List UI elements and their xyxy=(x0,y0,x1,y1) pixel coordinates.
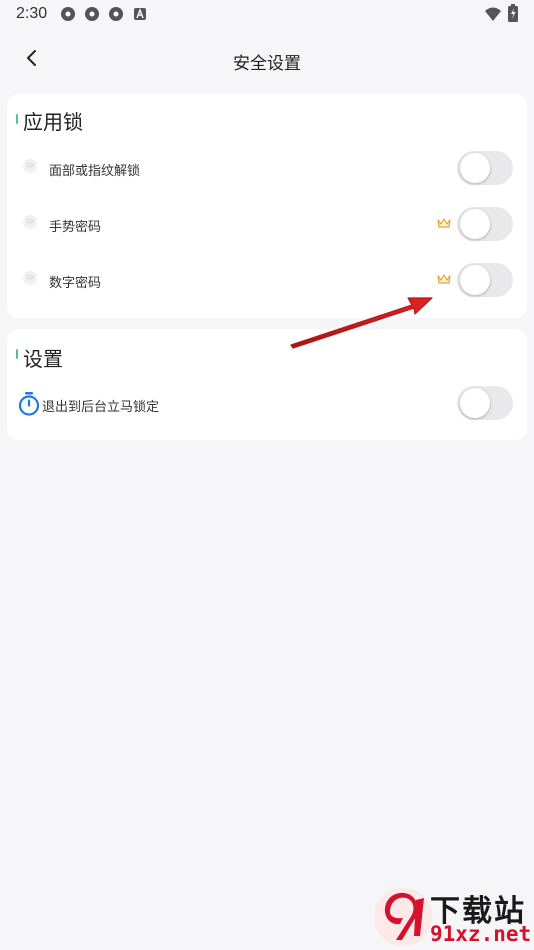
crown-icon xyxy=(437,218,451,228)
section-accent xyxy=(16,349,18,359)
status-bar: 2:30 xyxy=(0,0,534,28)
row-label: 退出到后台立马锁定 xyxy=(42,399,160,414)
pin-password-toggle[interactable] xyxy=(457,263,513,297)
toggle-knob xyxy=(460,265,490,295)
fingerprint-icon xyxy=(23,215,37,229)
row-label: 面部或指纹解锁 xyxy=(49,163,141,178)
app-bar: 安全设置 xyxy=(0,36,534,84)
face-fingerprint-toggle[interactable] xyxy=(457,151,513,185)
app-circle-icon xyxy=(85,7,99,21)
settings-card: 设置 退出到后台立马锁定 xyxy=(7,329,527,440)
app-lock-row-face-fingerprint[interactable]: 面部或指纹解锁 xyxy=(7,141,527,197)
battery-charging-icon xyxy=(508,4,518,22)
settings-row-lock-on-background[interactable]: 退出到后台立马锁定 xyxy=(7,377,527,433)
fingerprint-icon xyxy=(23,271,37,285)
gesture-password-toggle[interactable] xyxy=(457,207,513,241)
app-lock-row-gesture[interactable]: 手势密码 xyxy=(7,197,527,253)
watermark-domain: 91xz.net xyxy=(430,922,532,946)
watermark-logo-icon xyxy=(374,888,432,946)
app-circle-icon xyxy=(61,7,75,21)
page-title: 安全设置 xyxy=(233,54,301,73)
wifi-icon xyxy=(485,7,501,21)
crown-icon xyxy=(437,274,451,284)
row-label: 数字密码 xyxy=(49,275,102,290)
app-circle-icon xyxy=(109,7,123,21)
fingerprint-icon xyxy=(23,159,37,173)
stopwatch-icon xyxy=(18,392,40,416)
site-watermark: 下载站 91xz.net xyxy=(372,886,532,948)
app-lock-row-pin[interactable]: 数字密码 xyxy=(7,253,527,309)
section-title-app-lock: 应用锁 xyxy=(23,112,83,134)
toggle-knob xyxy=(460,388,490,418)
app-lock-card: 应用锁 面部或指纹解锁 手势密码 数字密码 xyxy=(7,94,527,318)
status-time: 2:30 xyxy=(16,5,48,22)
toggle-knob xyxy=(460,153,490,183)
section-accent xyxy=(16,114,18,124)
toggle-knob xyxy=(460,209,490,239)
row-label: 手势密码 xyxy=(49,219,102,234)
section-title-settings: 设置 xyxy=(23,349,63,371)
a-notification-icon xyxy=(134,8,146,20)
lock-on-background-toggle[interactable] xyxy=(457,386,513,420)
